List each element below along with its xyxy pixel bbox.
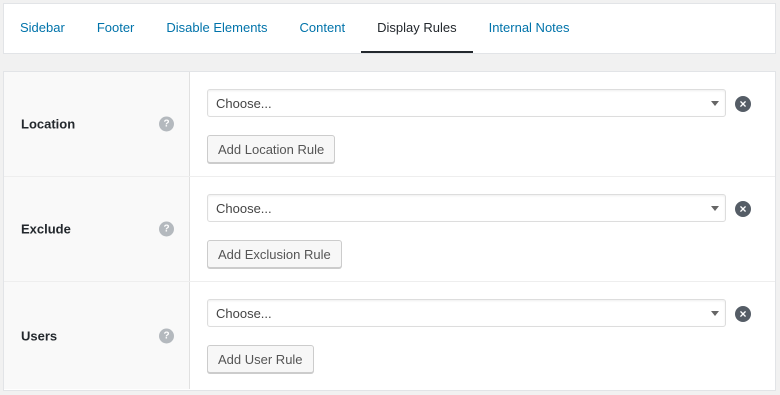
users-rule-row: Users ? Choose... × Add User Rule <box>4 282 775 389</box>
exclude-field-cell: Choose... × Add Exclusion Rule <box>190 177 775 281</box>
help-icon[interactable]: ? <box>159 116 174 132</box>
exclude-select-value: Choose... <box>216 200 272 216</box>
remove-icon[interactable]: × <box>735 96 751 112</box>
chevron-down-icon <box>711 101 719 106</box>
exclude-label: Exclude <box>21 221 71 237</box>
help-icon[interactable]: ? <box>159 328 174 343</box>
location-label: Location <box>21 116 76 132</box>
tab-content[interactable]: Content <box>284 4 362 53</box>
tab-bar: Sidebar Footer Disable Elements Content … <box>3 3 776 54</box>
display-rules-panel: Location ? Choose... × Add Location Rule… <box>3 71 776 391</box>
add-user-rule-button[interactable]: Add User Rule <box>207 345 314 373</box>
tab-internal-notes[interactable]: Internal Notes <box>473 4 586 53</box>
users-select-value: Choose... <box>216 305 272 321</box>
add-exclusion-rule-button[interactable]: Add Exclusion Rule <box>207 240 342 268</box>
location-field-cell: Choose... × Add Location Rule <box>190 72 775 176</box>
chevron-down-icon <box>711 311 719 316</box>
exclude-label-cell: Exclude ? <box>4 177 190 281</box>
location-rule-row: Location ? Choose... × Add Location Rule <box>4 72 775 177</box>
users-label: Users <box>21 328 58 343</box>
users-label-cell: Users ? <box>4 282 190 389</box>
remove-icon[interactable]: × <box>735 201 751 217</box>
users-field-cell: Choose... × Add User Rule <box>190 282 775 389</box>
location-select[interactable]: Choose... <box>207 89 726 117</box>
tab-display-rules[interactable]: Display Rules <box>361 4 473 53</box>
remove-icon[interactable]: × <box>735 306 751 322</box>
exclude-select[interactable]: Choose... <box>207 194 726 222</box>
tab-disable-elements[interactable]: Disable Elements <box>150 4 283 53</box>
chevron-down-icon <box>711 206 719 211</box>
add-location-rule-button[interactable]: Add Location Rule <box>207 135 336 163</box>
tab-footer[interactable]: Footer <box>81 4 151 53</box>
location-label-cell: Location ? <box>4 72 190 176</box>
location-select-value: Choose... <box>216 95 272 111</box>
exclude-rule-row: Exclude ? Choose... × Add Exclusion Rule <box>4 177 775 282</box>
tab-sidebar[interactable]: Sidebar <box>4 4 81 53</box>
help-icon[interactable]: ? <box>159 221 174 237</box>
users-select[interactable]: Choose... <box>207 299 726 327</box>
